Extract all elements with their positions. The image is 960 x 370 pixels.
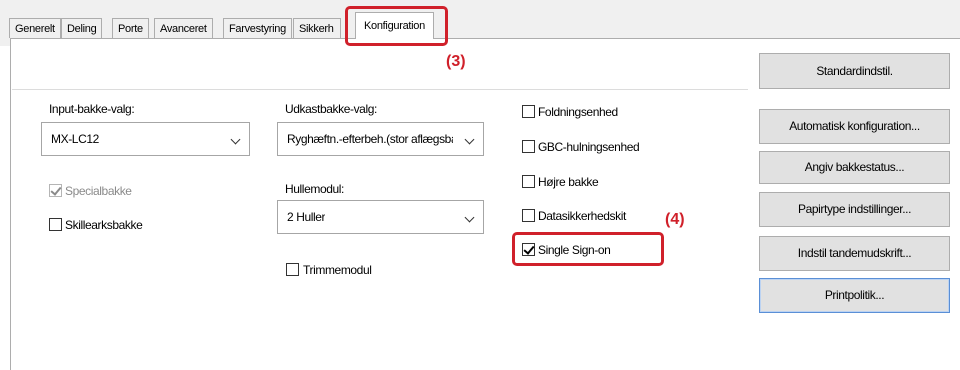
tab-generelt[interactable]: Generelt bbox=[9, 18, 61, 38]
annotation-step-4: (4) bbox=[665, 211, 685, 228]
special-tray-label: Specialbakke bbox=[65, 184, 132, 198]
tandem-print-button[interactable]: Indstil tandemudskrift... bbox=[759, 236, 950, 271]
separator-line bbox=[12, 89, 748, 90]
input-tray-value: MX-LC12 bbox=[51, 132, 99, 146]
input-tray-label: Input-bakke-valg: bbox=[49, 102, 135, 116]
data-security-kit-checkbox[interactable] bbox=[522, 209, 535, 222]
auto-configuration-button[interactable]: Automatisk konfiguration... bbox=[759, 109, 950, 144]
default-settings-button[interactable]: Standardindstil. bbox=[759, 53, 950, 89]
chevron-down-icon bbox=[464, 212, 475, 223]
chevron-down-icon bbox=[230, 134, 241, 145]
right-tray-checkbox[interactable] bbox=[522, 175, 535, 188]
paper-type-settings-button[interactable]: Papirtype indstillinger... bbox=[759, 192, 950, 227]
tab-porte[interactable]: Porte bbox=[112, 18, 149, 38]
hole-module-value: 2 Huller bbox=[287, 210, 326, 224]
input-tray-select[interactable]: MX-LC12 bbox=[41, 122, 250, 156]
folding-unit-label: Foldningsenhed bbox=[538, 105, 618, 119]
gbc-punch-label: GBC-hulningsenhed bbox=[538, 140, 640, 154]
separator-tray-label: Skillearksbakke bbox=[65, 218, 143, 232]
tray-status-button[interactable]: Angiv bakkestatus... bbox=[759, 151, 950, 184]
right-tray-label: Højre bakke bbox=[538, 175, 599, 189]
trim-module-checkbox[interactable] bbox=[286, 263, 299, 276]
gbc-punch-checkbox[interactable] bbox=[522, 140, 535, 153]
chevron-down-icon bbox=[464, 134, 475, 145]
hole-module-select[interactable]: 2 Huller bbox=[277, 200, 484, 234]
print-policy-button[interactable]: Printpolitik... bbox=[759, 278, 950, 313]
separator-tray-checkbox[interactable] bbox=[49, 218, 62, 231]
annotation-step-3: (3) bbox=[446, 53, 466, 70]
tab-sikkerhed[interactable]: Sikkerh bbox=[293, 18, 341, 38]
output-tray-select[interactable]: Ryghæftn.-efterbeh.(stor aflægsba bbox=[277, 122, 484, 156]
tab-avanceret[interactable]: Avanceret bbox=[154, 18, 213, 38]
highlight-single-sign-on bbox=[512, 232, 664, 266]
tab-deling[interactable]: Deling bbox=[61, 18, 103, 38]
tab-farvestyring[interactable]: Farvestyring bbox=[223, 18, 292, 38]
output-tray-label: Udkastbakke-valg: bbox=[285, 102, 377, 116]
output-tray-value: Ryghæftn.-efterbeh.(stor aflægsba bbox=[287, 132, 453, 146]
hole-module-label: Hullemodul: bbox=[285, 182, 344, 196]
folding-unit-checkbox[interactable] bbox=[522, 105, 535, 118]
data-security-kit-label: Datasikkerhedskit bbox=[538, 209, 626, 223]
trim-module-label: Trimmemodul bbox=[303, 263, 372, 277]
tab-konfiguration[interactable]: Konfiguration bbox=[355, 12, 434, 39]
special-tray-checkbox[interactable] bbox=[49, 184, 62, 197]
